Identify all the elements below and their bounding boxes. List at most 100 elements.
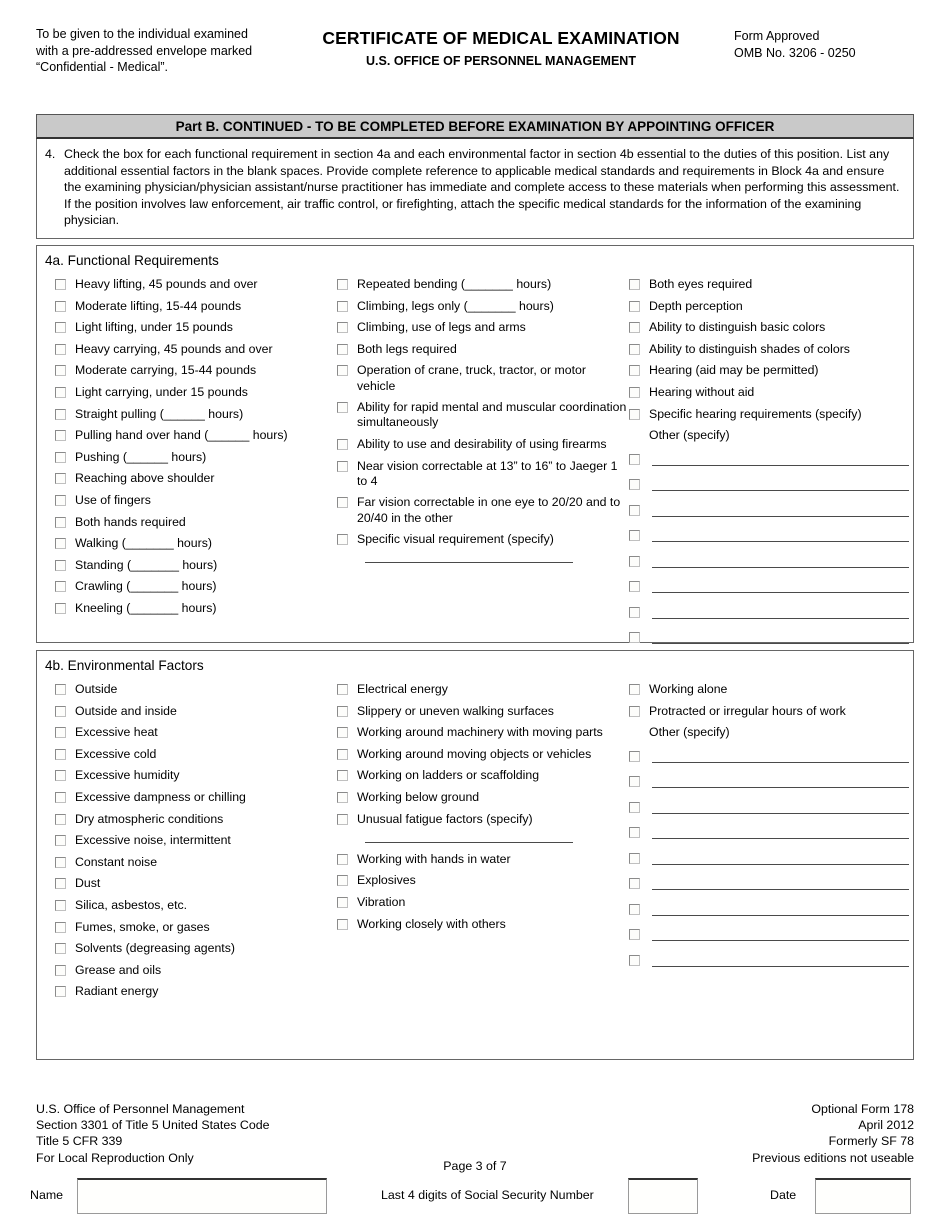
checkbox-icon[interactable] (55, 705, 66, 717)
checkbox-row[interactable]: Working below ground (337, 790, 627, 805)
checkbox-row[interactable]: Light carrying, under 15 pounds (55, 385, 345, 400)
checkbox-icon[interactable] (629, 776, 640, 788)
checkbox-icon[interactable] (629, 878, 640, 890)
checkbox-icon[interactable] (55, 279, 66, 290)
checkbox-row[interactable]: Working on ladders or scaffolding (337, 768, 627, 783)
checkbox-icon[interactable] (55, 494, 66, 506)
checkbox-icon[interactable] (629, 322, 640, 334)
other-write-in-line[interactable] (652, 631, 909, 645)
checkbox-row[interactable]: Reaching above shoulder (55, 471, 345, 486)
checkbox-icon[interactable] (337, 853, 348, 865)
other-write-in-line[interactable] (652, 954, 909, 967)
checkbox-icon[interactable] (55, 878, 66, 890)
checkbox-icon[interactable] (55, 791, 66, 803)
checkbox-row[interactable]: Climbing, legs only (_______ hours) (337, 299, 627, 314)
checkbox-row[interactable]: Excessive cold (55, 747, 345, 762)
checkbox-icon[interactable] (629, 827, 640, 839)
checkbox-row[interactable]: Protracted or irregular hours of work (629, 704, 909, 719)
checkbox-icon[interactable] (337, 534, 348, 546)
checkbox-row[interactable]: Hearing (aid may be permitted) (629, 363, 909, 378)
checkbox-icon[interactable] (55, 727, 66, 739)
checkbox-icon[interactable] (55, 343, 66, 355)
checkbox-row[interactable]: Far vision correctable in one eye to 20/… (337, 495, 627, 525)
other-write-in-row[interactable] (629, 501, 909, 517)
other-write-in-line[interactable] (652, 826, 909, 840)
checkbox-row[interactable]: Heavy lifting, 45 pounds and over (55, 277, 345, 292)
checkbox-row[interactable]: Straight pulling (______ hours) (55, 407, 345, 422)
name-input[interactable] (77, 1178, 327, 1214)
checkbox-row[interactable]: Working with hands in water (337, 852, 627, 867)
checkbox-row[interactable]: Specific hearing requirements (specify) (629, 407, 909, 422)
checkbox-icon[interactable] (337, 813, 348, 825)
checkbox-icon[interactable] (55, 559, 66, 571)
checkbox-icon[interactable] (629, 581, 640, 593)
checkbox-icon[interactable] (337, 705, 348, 717)
checkbox-icon[interactable] (55, 835, 66, 847)
specify-write-in-line[interactable] (365, 841, 573, 843)
specify-write-in-line[interactable] (365, 561, 573, 564)
checkbox-icon[interactable] (55, 473, 66, 485)
checkbox-row[interactable]: Constant noise (55, 855, 345, 870)
checkbox-icon[interactable] (629, 606, 640, 618)
other-write-in-line[interactable] (652, 775, 909, 789)
checkbox-row[interactable]: Walking (_______ hours) (55, 536, 345, 551)
checkbox-row[interactable]: Both hands required (55, 515, 345, 530)
checkbox-row[interactable]: Standing (_______ hours) (55, 558, 345, 573)
checkbox-icon[interactable] (629, 386, 640, 398)
checkbox-icon[interactable] (55, 538, 66, 550)
checkbox-icon[interactable] (337, 365, 348, 377)
checkbox-row[interactable]: Dry atmospheric conditions (55, 812, 345, 827)
checkbox-icon[interactable] (629, 408, 640, 420)
checkbox-row[interactable]: Use of fingers (55, 493, 345, 508)
checkbox-icon[interactable] (55, 322, 66, 334)
checkbox-row[interactable]: Moderate lifting, 15-44 pounds (55, 299, 345, 314)
checkbox-icon[interactable] (629, 343, 640, 355)
checkbox-row[interactable]: Slippery or uneven walking surfaces (337, 704, 627, 719)
other-write-in-row[interactable] (629, 823, 909, 840)
checkbox-icon[interactable] (337, 322, 348, 334)
checkbox-icon[interactable] (629, 530, 640, 542)
other-write-in-row[interactable] (629, 900, 909, 916)
checkbox-icon[interactable] (55, 964, 66, 976)
checkbox-row[interactable]: Radiant energy (55, 984, 345, 999)
other-write-in-row[interactable] (629, 798, 909, 814)
other-write-in-row[interactable] (629, 628, 909, 645)
other-write-in-line[interactable] (652, 555, 909, 568)
checkbox-icon[interactable] (629, 365, 640, 377)
checkbox-row[interactable]: Specific visual requirement (specify) (337, 532, 627, 547)
checkbox-icon[interactable] (337, 918, 348, 930)
checkbox-row[interactable]: Pulling hand over hand (______ hours) (55, 428, 345, 443)
checkbox-row[interactable]: Outside (55, 682, 345, 697)
checkbox-icon[interactable] (629, 929, 640, 941)
checkbox-icon[interactable] (629, 555, 640, 567)
checkbox-row[interactable]: Depth perception (629, 299, 909, 314)
other-write-in-line[interactable] (652, 504, 909, 517)
checkbox-icon[interactable] (629, 705, 640, 717)
checkbox-row[interactable]: Hearing without aid (629, 385, 909, 400)
checkbox-row[interactable]: Ability to distinguish shades of colors (629, 342, 909, 357)
checkbox-row[interactable]: Working alone (629, 682, 909, 697)
checkbox-icon[interactable] (629, 903, 640, 915)
checkbox-icon[interactable] (55, 986, 66, 998)
other-write-in-line[interactable] (652, 903, 909, 916)
checkbox-icon[interactable] (55, 856, 66, 868)
checkbox-icon[interactable] (629, 750, 640, 762)
checkbox-row[interactable]: Working closely with others (337, 917, 627, 932)
checkbox-row[interactable]: Fumes, smoke, or gases (55, 920, 345, 935)
checkbox-icon[interactable] (55, 386, 66, 398)
checkbox-row[interactable]: Kneeling (_______ hours) (55, 601, 345, 616)
checkbox-row[interactable]: Working around moving objects or vehicle… (337, 747, 627, 762)
checkbox-row[interactable]: Ability for rapid mental and muscular co… (337, 400, 627, 430)
other-write-in-line[interactable] (652, 852, 909, 865)
checkbox-icon[interactable] (337, 402, 348, 414)
ssn-input[interactable] (628, 1178, 698, 1214)
checkbox-icon[interactable] (629, 632, 640, 644)
checkbox-icon[interactable] (337, 896, 348, 908)
checkbox-row[interactable]: Silica, asbestos, etc. (55, 898, 345, 913)
checkbox-icon[interactable] (337, 279, 348, 290)
checkbox-icon[interactable] (337, 791, 348, 803)
checkbox-row[interactable]: Pushing (______ hours) (55, 450, 345, 465)
checkbox-icon[interactable] (55, 748, 66, 760)
other-write-in-row[interactable] (629, 577, 909, 594)
checkbox-icon[interactable] (629, 504, 640, 516)
